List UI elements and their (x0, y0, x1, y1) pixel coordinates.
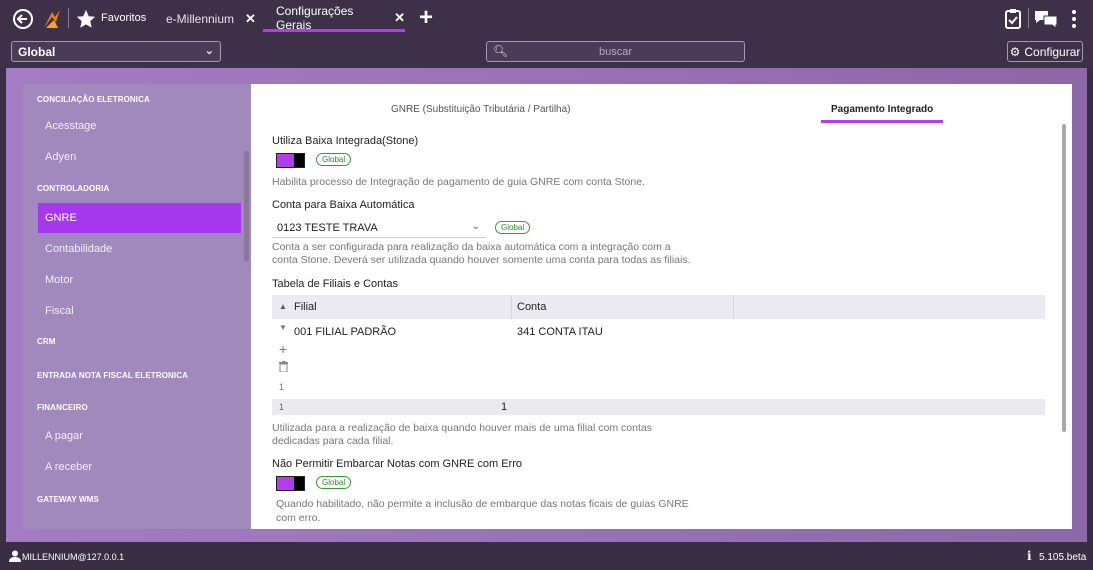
sidebar-item-a-receber[interactable]: A receber (23, 452, 241, 482)
more-icon[interactable] (1070, 9, 1078, 29)
close-icon[interactable]: ✕ (394, 10, 405, 26)
scope-value: Global (18, 45, 56, 59)
table-footer: 1 1 (272, 399, 1045, 415)
tab-label: e-Millennium (166, 12, 235, 26)
sidebar-item-a-pagar[interactable]: A pagar (23, 421, 241, 451)
tab-pagamento-integrado[interactable]: Pagamento Integrado (821, 104, 944, 123)
auto-account-description-2: conta Stone. Deverá ser utilizada quando… (272, 254, 691, 266)
global-badge: Global (495, 221, 531, 234)
global-badge: Global (316, 153, 352, 166)
millennium-logo-icon[interactable] (42, 8, 62, 30)
table-title: Tabela de Filiais e Contas (272, 278, 398, 290)
table-description-2: dedicadas para cada filial. (272, 435, 394, 447)
close-icon[interactable]: ✕ (245, 11, 256, 27)
sidebar-header-crm[interactable]: CRM (23, 326, 241, 356)
row-number: 1 (279, 382, 285, 392)
table-body: ▼ 001 FILIAL PADRÃO 341 CONTA ITAU + 1 (272, 319, 1045, 399)
sidebar-header-conciliacao[interactable]: CONCILIAÇÃO ELETRONICA (23, 84, 241, 114)
global-badge: Global (316, 476, 352, 489)
clipboard-icon[interactable] (1004, 8, 1022, 30)
top-bar: Favoritos e-Millennium ✕ Configurações G… (0, 0, 1093, 37)
user-icon (9, 550, 21, 565)
chat-icon[interactable] (1034, 9, 1058, 29)
row-expand-icon[interactable]: ▼ (279, 323, 287, 332)
sidebar-item-contabilidade[interactable]: Contabilidade (23, 234, 241, 264)
sidebar-header-financeiro[interactable]: FINANCEIRO (23, 392, 241, 422)
sort-up-icon[interactable]: ▲ (279, 302, 287, 311)
column-header-filial[interactable]: Filial (294, 301, 317, 313)
add-row-icon[interactable]: + (279, 341, 287, 357)
sidebar-header-controladoria[interactable]: CONTROLADORIA (23, 173, 241, 203)
sidebar-item-fiscal[interactable]: Fiscal (23, 296, 241, 326)
stone-integration-description: Habilita processo de Integração de pagam… (272, 176, 645, 188)
status-bar: MILLENNIUM@127.0.0.1 i 5.105.beta (0, 545, 1093, 570)
footer-count-left: 1 (279, 402, 285, 412)
add-tab-button[interactable]: + (419, 4, 433, 32)
sidebar-item-gnre[interactable]: GNRE (38, 203, 241, 233)
stone-integration-toggle[interactable] (276, 153, 305, 168)
sidebar-scrollbar[interactable] (244, 151, 249, 261)
sidebar: CONCILIAÇÃO ELETRONICA Acesstage Adyen C… (23, 84, 251, 529)
configure-button[interactable]: ⚙ Configurar (1007, 41, 1083, 62)
sidebar-header-gateway-wms[interactable]: GATEWAY WMS (23, 484, 241, 514)
user-label: MILLENNIUM@127.0.0.1 (22, 552, 125, 562)
column-header-conta[interactable]: Conta (517, 301, 546, 313)
auto-account-label: Conta para Baixa Automática (272, 199, 415, 211)
settings-panel: GNRE (Substituição Tributária / Partilha… (251, 84, 1072, 529)
configure-label: Configurar (1024, 44, 1081, 59)
block-gnre-errors-label: Não Permitir Embarcar Notas com GNRE com… (272, 458, 522, 470)
sidebar-item-motor[interactable]: Motor (23, 265, 241, 295)
favorites-label[interactable]: Favoritos (101, 12, 146, 24)
chevron-down-icon: ⌄ (471, 221, 480, 232)
table-header: ▲ Filial Conta (272, 295, 1045, 319)
chevron-down-icon: ⌄ (204, 45, 214, 57)
back-arrow-icon[interactable] (12, 8, 34, 30)
block-gnre-errors-description-2: com erro. (276, 512, 321, 524)
auto-account-select[interactable]: 0123 TESTE TRAVA ⌄ (272, 217, 486, 238)
tab-configuracoes-gerais[interactable]: Configurações Gerais ✕ (263, 3, 405, 32)
trash-icon[interactable] (279, 361, 288, 375)
table-cell-filial[interactable]: 001 FILIAL PADRÃO (294, 326, 396, 338)
search-placeholder: buscar (598, 46, 633, 58)
footer-count-right: 1 (501, 401, 508, 413)
auto-account-value: 0123 TESTE TRAVA (277, 222, 378, 234)
gear-icon: ⚙ (1009, 44, 1021, 59)
tab-gnre-substituicao[interactable]: GNRE (Substituição Tributária / Partilha… (391, 104, 571, 115)
block-gnre-errors-toggle[interactable] (276, 476, 305, 491)
info-icon[interactable]: i (1027, 549, 1032, 563)
content-scrollbar[interactable] (1062, 124, 1066, 432)
sidebar-header-entrada-nota[interactable]: ENTRADA NOTA FISCAL ELETRONICA (23, 360, 241, 390)
toolbar: Global ⌄ 🔍︎ buscar ⚙ Configurar (0, 37, 1093, 68)
star-icon[interactable] (75, 8, 97, 30)
sidebar-item-acesstage[interactable]: Acesstage (23, 111, 241, 141)
tab-label: Configurações Gerais (276, 3, 354, 32)
table-description-1: Utilizada para a realização de baixa qua… (272, 422, 652, 434)
stone-integration-label: Utiliza Baixa Integrada(Stone) (272, 135, 419, 147)
block-gnre-errors-description-1: Quando habilitado, não permite a inclusã… (276, 498, 689, 510)
scope-select[interactable]: Global ⌄ (11, 41, 221, 62)
version-label: 5.105.beta (1039, 552, 1087, 563)
sidebar-item-adyen[interactable]: Adyen (23, 142, 241, 172)
table-cell-conta[interactable]: 341 CONTA ITAU (517, 326, 603, 338)
tab-e-millennium[interactable]: e-Millennium ✕ (166, 6, 256, 32)
search-input[interactable]: 🔍︎ buscar (486, 41, 745, 62)
auto-account-description-1: Conta a ser configurada para realização … (272, 241, 671, 253)
